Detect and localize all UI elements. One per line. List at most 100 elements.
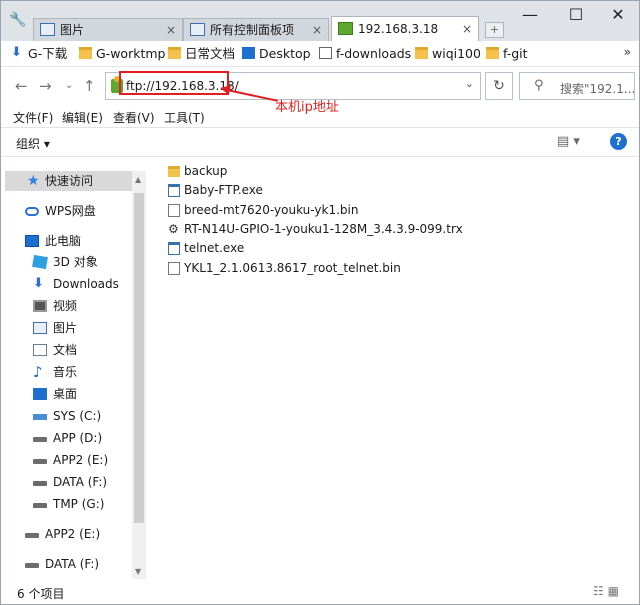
sidebar-item-music[interactable]: ♪ 音乐 [33,362,77,382]
sidebar-item-label: TMP (G:) [53,497,105,511]
view-options-icon[interactable]: ▤ ▾ [557,134,580,149]
sidebar-item-drive-e[interactable]: APP2 (E:) [33,450,108,470]
search-box[interactable]: ⚲ 搜索"192.1... [519,72,635,100]
sidebar-item-network-drive-e[interactable]: APP2 (E:) [25,524,100,544]
tab-bar: 🔧 图片 × 所有控制面板项 × 192.168.3.18 × + — ☐ ✕ [1,1,639,41]
scroll-down-icon[interactable]: ▼ [135,567,141,576]
new-tab-button[interactable]: + [485,22,504,38]
sidebar-item-quick-access[interactable]: ★ 快速访问 [5,171,132,191]
file-item[interactable]: ⚙ RT-N14U-GPIO-1-youku1-128M_3.4.3.9-099… [168,220,463,239]
file-icon [168,262,180,275]
bookmarks-overflow-button[interactable]: » [624,45,631,59]
sidebar-item-network-drive-f[interactable]: DATA (F:) [25,554,99,574]
sidebar-item-label: APP2 (E:) [53,453,109,467]
file-item[interactable]: Baby-FTP.exe [168,181,263,200]
help-icon[interactable]: ? [610,133,627,150]
tab-pictures[interactable]: 图片 × [33,18,183,41]
bookmark-label: f-downloads [336,46,412,61]
menu-bar: 文件(F) 编辑(E) 查看(V) 工具(T) [1,105,639,127]
file-item[interactable]: backup [168,162,227,181]
sidebar-item-label: 桌面 [53,387,78,401]
sidebar-item-label: APP2 (E:) [45,527,101,541]
file-item[interactable]: YKL1_2.1.0613.8617_root_telnet.bin [168,259,401,278]
status-bar: 6 个项目 ☷ ▦ [1,580,639,604]
chevron-down-icon[interactable]: ⌄ [465,77,474,90]
bookmark-daily-docs[interactable]: 日常文档 [168,45,235,63]
system-drive-icon [33,414,47,420]
menu-edit[interactable]: 编辑(E) [62,109,103,126]
sidebar-item-videos[interactable]: 视频 [33,296,77,316]
view-mode-icon[interactable]: ☷ ▦ [593,584,619,598]
sidebar-item-drive-f[interactable]: DATA (F:) [33,472,107,492]
file-icon [168,204,180,217]
menu-view[interactable]: 查看(V) [113,109,155,126]
bookmark-g-download[interactable]: ⬇ G-下载 [11,45,67,63]
sidebar-item-label: DATA (F:) [53,475,108,489]
tab-label: 图片 [60,23,85,37]
sidebar-item-wps-drive[interactable]: WPS网盘 [25,201,96,221]
bookmark-f-git[interactable]: f-git [486,45,528,63]
menu-tools[interactable]: 工具(T) [164,109,205,126]
close-button[interactable]: ✕ [595,3,640,27]
exe-icon [168,184,180,197]
recent-dropdown-icon[interactable]: ⌄ [65,80,73,91]
file-item[interactable]: telnet.exe [168,239,244,258]
computer-icon [25,235,39,247]
organize-button[interactable]: 组织 ▾ [16,135,50,152]
sidebar-item-desktop[interactable]: 桌面 [33,384,77,404]
up-arrow-icon[interactable]: ↑ [83,77,96,95]
sidebar-item-pictures[interactable]: 图片 [33,318,77,338]
bookmark-label: 日常文档 [185,46,236,61]
bookmark-desktop[interactable]: Desktop [242,45,311,63]
folder-icon [79,47,92,59]
sidebar-item-drive-g[interactable]: TMP (G:) [33,494,104,514]
sidebar-item-downloads[interactable]: ⬇ Downloads [33,274,119,294]
music-icon: ♪ [33,363,43,381]
sidebar-item-this-pc[interactable]: 此电脑 [25,231,81,251]
tab-close-button[interactable]: × [166,19,176,41]
maximize-button[interactable]: ☐ [553,3,599,27]
file-item[interactable]: breed-mt7620-youku-yk1.bin [168,201,358,220]
bookmark-label: G-下载 [28,46,68,61]
file-list: backup Baby-FTP.exe breed-mt7620-youku-y… [161,161,631,571]
control-panel-icon [190,23,205,36]
tab-close-button[interactable]: × [462,17,472,41]
sidebar-scrollbar[interactable]: ▲ ▼ [132,171,146,579]
tab-ftp[interactable]: 192.168.3.18 × [331,16,479,41]
sidebar-item-documents[interactable]: 文档 [33,340,77,360]
pictures-icon [40,23,55,36]
annotation-highlight-box [119,71,229,95]
tab-control-panel[interactable]: 所有控制面板项 × [183,18,329,41]
scroll-up-icon[interactable]: ▲ [135,175,141,184]
back-arrow-icon[interactable]: ← [15,77,28,95]
video-icon [33,300,47,312]
tab-close-button[interactable]: × [312,19,322,41]
folder-icon [168,47,181,59]
wrench-icon[interactable]: 🔧 [9,12,26,28]
file-name: telnet.exe [184,241,245,255]
refresh-button[interactable]: ↻ [485,72,513,100]
sidebar-item-label: DATA (F:) [45,557,100,571]
sidebar-item-label: 音乐 [53,365,78,379]
search-placeholder[interactable]: 搜索"192.1... [560,80,634,97]
drive-icon [25,563,39,568]
bookmark-f-downloads[interactable]: f-downloads [319,45,411,63]
minimize-button[interactable]: — [507,3,553,27]
tab-label: 192.168.3.18 [358,22,439,36]
sidebar-item-3d-objects[interactable]: 3D 对象 [32,252,98,272]
file-name: RT-N14U-GPIO-1-youku1-128M_3.4.3.9-099.t… [184,222,463,236]
sidebar-item-drive-c[interactable]: SYS (C:) [33,406,101,426]
forward-arrow-icon[interactable]: → [39,77,52,95]
star-icon: ★ [27,173,40,189]
sidebar-item-label: APP (D:) [53,431,103,445]
sidebar-item-label: WPS网盘 [45,204,96,218]
bookmark-g-worktmp[interactable]: G-worktmp [79,45,165,63]
menu-file[interactable]: 文件(F) [13,109,53,126]
sidebar-item-drive-d[interactable]: APP (D:) [33,428,102,448]
pictures-icon [33,322,47,334]
ftp-icon [338,22,353,35]
sidebar-item-label: 此电脑 [45,234,82,248]
sidebar-item-label: Downloads [53,277,119,291]
scrollbar-thumb[interactable] [134,193,144,523]
bookmark-wiqi100[interactable]: wiqi100 [415,45,481,63]
